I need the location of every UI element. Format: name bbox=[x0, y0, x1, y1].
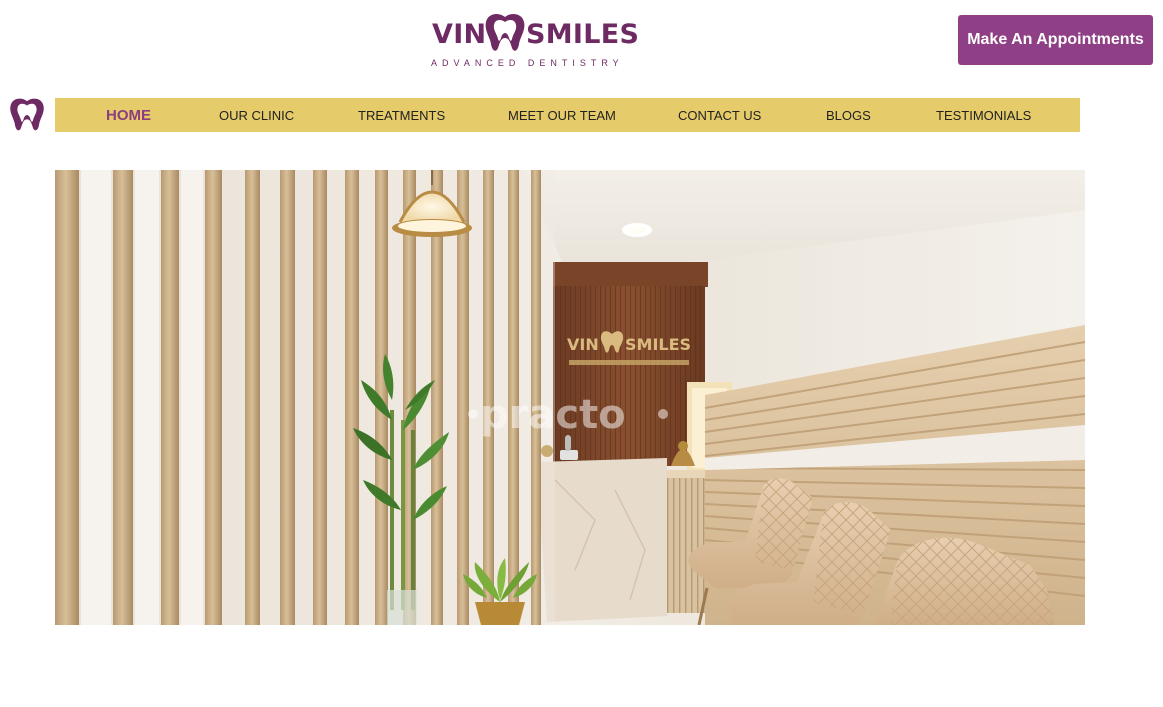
wall-sign-right: SMILES bbox=[625, 335, 691, 354]
nav-item-blogs[interactable]: BLOGS bbox=[826, 98, 871, 132]
nav-item-contact-us[interactable]: CONTACT US bbox=[678, 98, 761, 132]
nav-item-home[interactable]: HOME bbox=[106, 98, 151, 132]
wall-sign-left: VIN bbox=[567, 335, 599, 354]
main-nav: HOME OUR CLINIC TREATMENTS MEET OUR TEAM… bbox=[55, 98, 1080, 132]
page: VIN SMILES ADVANCED DENTISTRY Make An Ap… bbox=[0, 0, 1163, 707]
logo-word-left: VIN bbox=[432, 19, 487, 50]
clinic-reception-illustration: VIN SMILES practo bbox=[55, 170, 1085, 625]
nav-item-meet-our-team[interactable]: MEET OUR TEAM bbox=[508, 98, 616, 132]
make-appointment-button[interactable]: Make An Appointments bbox=[958, 15, 1153, 65]
tooth-icon[interactable] bbox=[8, 96, 46, 134]
hero-clinic-photo: VIN SMILES practo bbox=[55, 170, 1085, 625]
nav-item-our-clinic[interactable]: OUR CLINIC bbox=[219, 98, 294, 132]
logo-tagline: ADVANCED DENTISTRY bbox=[431, 58, 624, 68]
logo-word-right: SMILES bbox=[526, 19, 640, 50]
nav-item-testimonials[interactable]: TESTIMONIALS bbox=[936, 98, 1031, 132]
nav-item-treatments[interactable]: TREATMENTS bbox=[358, 98, 445, 132]
photo-watermark: practo bbox=[480, 392, 626, 438]
tooth-icon bbox=[485, 14, 525, 51]
site-logo[interactable]: VIN SMILES ADVANCED DENTISTRY bbox=[430, 10, 639, 70]
